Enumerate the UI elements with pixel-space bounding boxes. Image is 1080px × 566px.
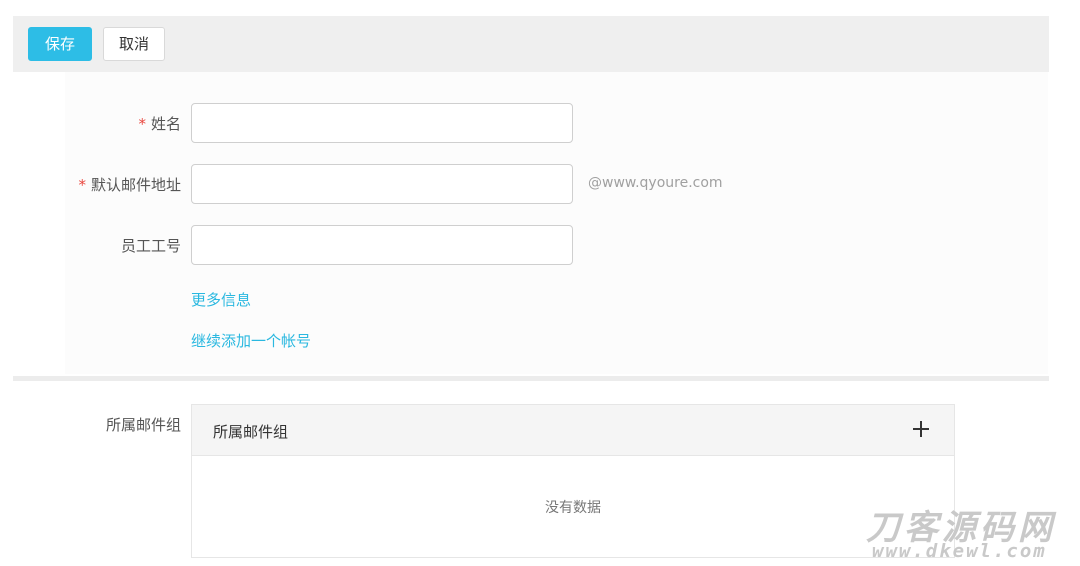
mail-group-title: 所属邮件组 bbox=[213, 423, 289, 441]
watermark-en: www.dkewl.com bbox=[872, 540, 1047, 562]
name-input[interactable] bbox=[191, 103, 573, 143]
section-divider bbox=[13, 376, 1049, 381]
email-input[interactable] bbox=[191, 164, 573, 204]
employee-id-label: 员工工号 bbox=[120, 237, 181, 255]
save-button[interactable]: 保存 bbox=[28, 27, 92, 61]
empty-state-text: 没有数据 bbox=[545, 500, 601, 516]
mail-group-label: 所属邮件组 bbox=[105, 416, 181, 434]
email-domain-suffix: @www.qyoure.com bbox=[588, 175, 723, 191]
mail-group-panel: 所属邮件组 没有数据 bbox=[191, 404, 955, 558]
add-another-account-link[interactable]: 继续添加一个帐号 bbox=[191, 330, 311, 351]
required-mark: * bbox=[78, 176, 86, 194]
name-label: * 姓名 bbox=[138, 115, 181, 133]
plus-icon[interactable] bbox=[912, 420, 930, 438]
mail-group-header: 所属邮件组 bbox=[192, 405, 954, 456]
watermark: 刀客源码网 www.dkewl.com bbox=[858, 500, 1074, 564]
employee-id-input[interactable] bbox=[191, 225, 573, 265]
cancel-button[interactable]: 取消 bbox=[103, 27, 165, 61]
more-info-link[interactable]: 更多信息 bbox=[191, 289, 251, 310]
toolbar: 保存 取消 bbox=[13, 16, 1049, 72]
required-mark: * bbox=[138, 115, 146, 133]
email-label: * 默认邮件地址 bbox=[78, 176, 181, 194]
